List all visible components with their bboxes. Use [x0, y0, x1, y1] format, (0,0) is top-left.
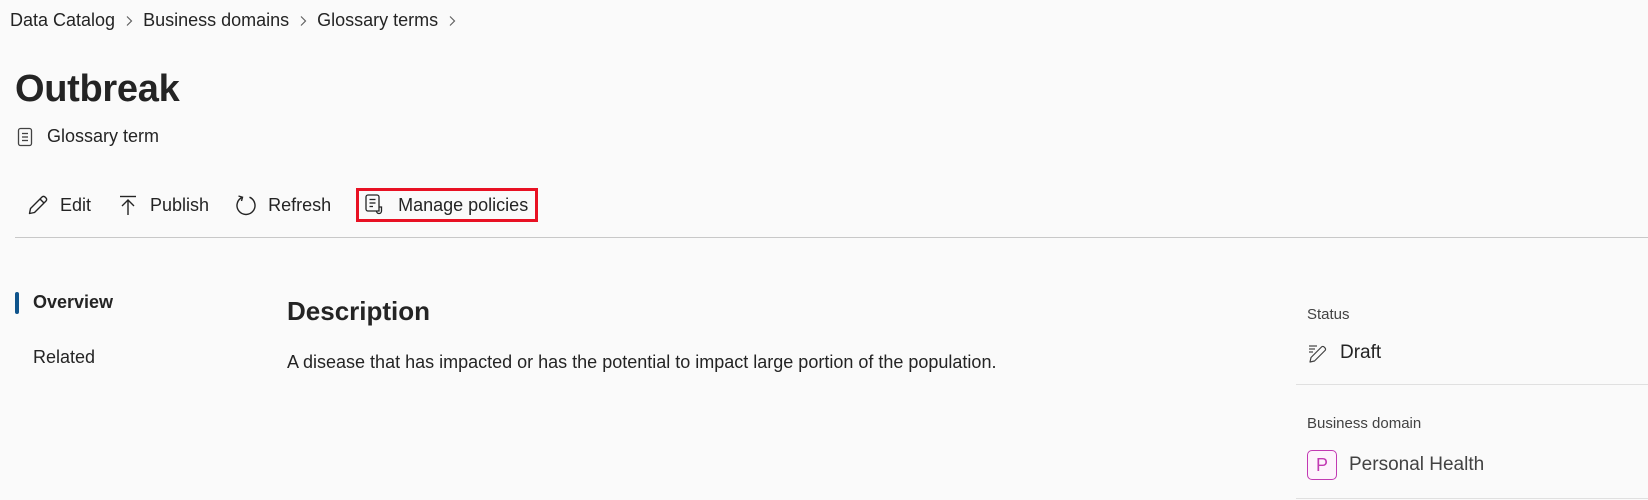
- status-text: Draft: [1340, 342, 1382, 363]
- manage-policies-label: Manage policies: [398, 194, 529, 215]
- entity-type-label: Glossary term: [47, 126, 160, 146]
- details-divider: [1296, 498, 1648, 499]
- nav-tab-related[interactable]: Related: [33, 347, 95, 368]
- description-text: A disease that has impacted or has the p…: [287, 352, 997, 372]
- draft-pencil-icon: [1309, 345, 1327, 363]
- manage-policies-button[interactable]: Manage policies: [356, 188, 539, 222]
- edit-button[interactable]: Edit: [26, 188, 91, 222]
- business-domain-link[interactable]: Personal Health: [1349, 454, 1484, 476]
- status-value: Draft: [1307, 342, 1381, 364]
- command-toolbar: Edit Publish Refresh Manage policies: [26, 188, 539, 222]
- refresh-label: Refresh: [268, 194, 332, 215]
- toolbar-divider: [15, 237, 1648, 238]
- chevron-right-icon: [298, 15, 308, 27]
- publish-label: Publish: [150, 194, 210, 215]
- entity-type: Glossary term: [17, 126, 159, 147]
- refresh-button[interactable]: Refresh: [234, 188, 331, 222]
- breadcrumb-item-business-domains[interactable]: Business domains: [143, 10, 289, 31]
- publish-arrow-up-icon: [120, 195, 137, 215]
- document-icon: [17, 127, 33, 146]
- publish-button[interactable]: Publish: [116, 188, 209, 222]
- edit-label: Edit: [60, 194, 92, 215]
- business-domain-label: Business domain: [1307, 415, 1422, 432]
- breadcrumb-item-glossary-terms[interactable]: Glossary terms: [317, 10, 438, 31]
- active-tab-indicator: [15, 292, 19, 314]
- breadcrumb-item-data-catalog[interactable]: Data Catalog: [10, 10, 115, 31]
- chevron-right-icon: [447, 15, 457, 27]
- pencil-icon: [28, 195, 48, 215]
- page-title: Outbreak: [15, 68, 180, 110]
- details-divider: [1296, 384, 1648, 385]
- breadcrumb: Data Catalog Business domains Glossary t…: [10, 10, 466, 31]
- status-label: Status: [1307, 306, 1350, 323]
- nav-tab-overview[interactable]: Overview: [33, 292, 113, 313]
- business-domain-value: P Personal Health: [1307, 450, 1484, 480]
- refresh-icon: [236, 195, 256, 216]
- business-domain-avatar: P: [1307, 450, 1337, 480]
- chevron-right-icon: [124, 15, 134, 27]
- policy-document-icon: [365, 194, 383, 215]
- description-heading: Description: [287, 296, 431, 326]
